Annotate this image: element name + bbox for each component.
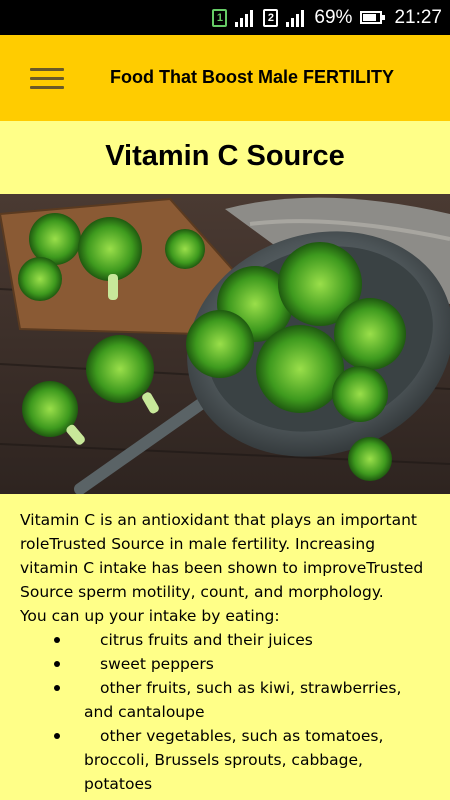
clock: 21:27 — [394, 6, 442, 28]
intro-paragraph: Vitamin C is an antioxidant that plays a… — [20, 511, 424, 601]
bullet-icon — [54, 733, 60, 739]
hamburger-menu-icon[interactable] — [30, 68, 64, 90]
list-lead: You can up your intake by eating: — [20, 607, 280, 625]
signal-icon — [235, 9, 254, 27]
page-title: Vitamin C Source — [105, 140, 345, 172]
bullet-icon — [54, 637, 60, 643]
status-icons: 1 2 69% 21:27 — [212, 0, 442, 35]
signal-icon-2 — [286, 9, 305, 27]
bullet-icon — [54, 685, 60, 691]
app-bar: Food That Boost Male FERTILITY — [0, 35, 450, 121]
sim2-icon: 2 — [263, 8, 279, 27]
battery-icon — [360, 11, 386, 24]
broccoli-in-strainer-photo — [0, 194, 450, 494]
list-item: other fruits, such as kiwi, strawberries… — [20, 676, 430, 724]
app-title: Food That Boost Male FERTILITY — [110, 67, 394, 87]
list-item: sweet peppers — [20, 652, 430, 676]
article-content: Vitamin C is an antioxidant that plays a… — [20, 508, 430, 796]
list-item: citrus fruits and their juices — [20, 628, 430, 652]
sim1-icon: 1 — [212, 8, 228, 27]
food-list: citrus fruits and their juices sweet pep… — [20, 628, 430, 796]
status-bar: 1 2 69% 21:27 — [0, 0, 450, 35]
battery-percent: 69% — [314, 6, 353, 28]
bullet-icon — [54, 661, 60, 667]
list-item: other vegetables, such as tomatoes, broc… — [20, 724, 430, 796]
